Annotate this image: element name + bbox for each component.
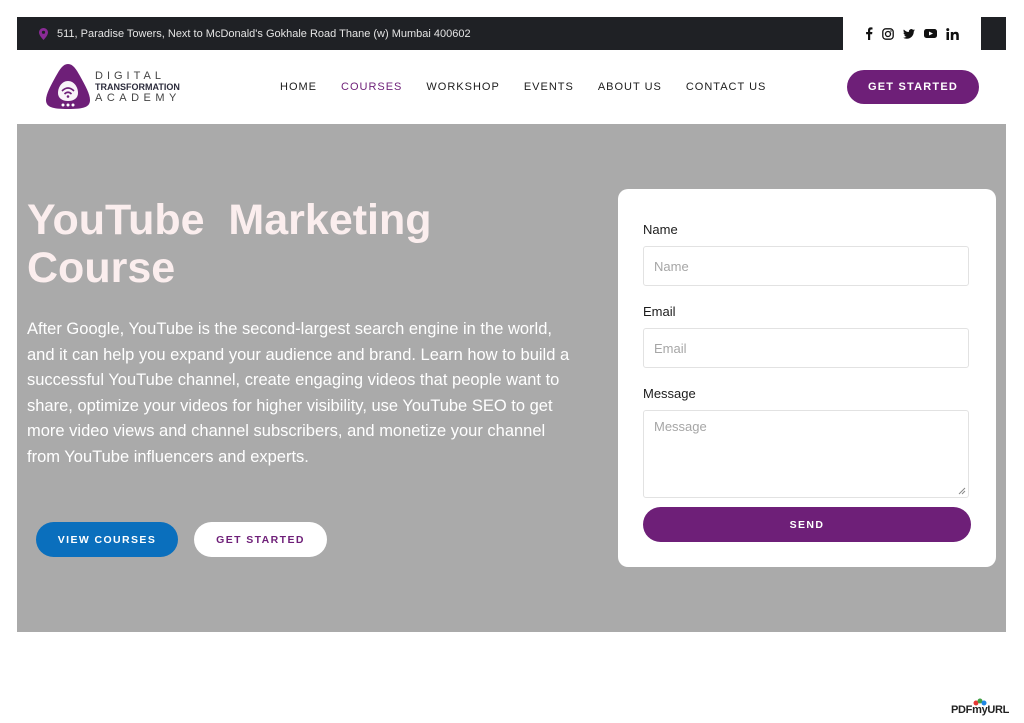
nav-item-about-us[interactable]: ABOUT US <box>598 81 662 93</box>
email-label: Email <box>643 304 676 319</box>
address-text: 511, Paradise Towers, Next to McDonald's… <box>57 27 471 40</box>
message-placeholder: Message <box>654 419 707 434</box>
message-label: Message <box>643 386 696 401</box>
name-label: Name <box>643 222 678 237</box>
social-links <box>843 17 981 50</box>
hero-title: YouTube Marketing Course <box>27 196 432 292</box>
logo[interactable]: DIGITAL TRANSFORMATION ACADEMY <box>43 63 193 113</box>
logo-mark-icon <box>46 64 90 109</box>
facebook-icon[interactable] <box>865 27 873 40</box>
view-courses-button[interactable]: VIEW COURSES <box>36 522 178 557</box>
top-bar: 511, Paradise Towers, Next to McDonald's… <box>17 17 1006 50</box>
nav-item-home[interactable]: HOME <box>280 81 317 93</box>
nav-item-contact-us[interactable]: CONTACT US <box>686 81 767 93</box>
address: 511, Paradise Towers, Next to McDonald's… <box>39 17 471 50</box>
twitter-icon[interactable] <box>903 28 915 39</box>
location-pin-icon <box>39 27 48 40</box>
get-started-button[interactable]: GET STARTED <box>847 70 979 104</box>
nav-menu: HOME COURSES WORKSHOP EVENTS ABOUT US CO… <box>280 50 790 124</box>
hero-section: YouTube Marketing Course After Google, Y… <box>17 124 1006 632</box>
email-input[interactable]: Email <box>643 328 969 368</box>
instagram-icon[interactable] <box>882 27 894 40</box>
watermark-logo-icon <box>973 698 987 706</box>
hero-get-started-button[interactable]: GET STARTED <box>194 522 327 557</box>
logo-line-3: ACADEMY <box>95 92 181 104</box>
name-input[interactable]: Name <box>643 246 969 286</box>
logo-text: DIGITAL TRANSFORMATION ACADEMY <box>95 70 181 104</box>
nav-item-workshop[interactable]: WORKSHOP <box>426 81 499 93</box>
send-button[interactable]: SEND <box>643 507 971 542</box>
main-nav: DIGITAL TRANSFORMATION ACADEMY HOME COUR… <box>17 50 1006 124</box>
nav-item-courses[interactable]: COURSES <box>341 81 402 93</box>
logo-line-2: TRANSFORMATION <box>95 82 180 92</box>
logo-line-1: DIGITAL <box>95 70 165 82</box>
page: 511, Paradise Towers, Next to McDonald's… <box>17 17 1006 632</box>
hero-description: After Google, YouTube is the second-larg… <box>27 320 570 466</box>
youtube-icon[interactable] <box>924 29 937 38</box>
nav-item-events[interactable]: EVENTS <box>524 81 574 93</box>
pdfmyurl-watermark: PDFmyURL <box>951 698 1009 716</box>
message-textarea[interactable]: Message <box>643 410 969 498</box>
linkedin-icon[interactable] <box>946 27 959 40</box>
enquiry-form: Name Name Email Email Message Message SE… <box>618 189 996 567</box>
resize-grip-icon[interactable] <box>958 487 966 495</box>
